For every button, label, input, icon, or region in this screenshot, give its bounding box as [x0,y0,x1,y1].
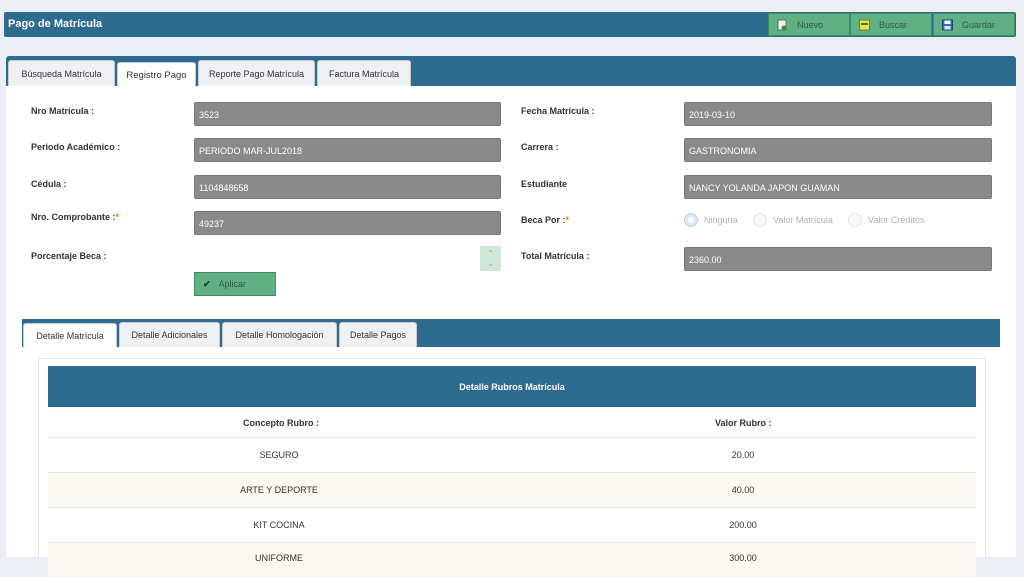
radio-valor-creditos[interactable]: Valor Créditos [848,213,924,227]
tab-reporte-pago-matricula[interactable]: Reporte Pago Matrícula [198,60,315,86]
concepto-cell: SEGURO [259,450,299,460]
table-row: SEGURO 20.00 [48,437,976,472]
tab-registro-pago[interactable]: Registro Pago [117,62,196,87]
nro-matricula-label: Nro Matrícula : [31,106,95,116]
tab-busqueda-matricula[interactable]: Búsqueda Matrícula [8,60,115,86]
carrera-field[interactable]: GASTRONOMIA [684,138,992,162]
table-title: Detalle Rubros Matrícula [48,366,976,407]
carrera-label: Carrera : [521,142,559,152]
total-matricula-label: Total Matrícula : [521,251,590,261]
concepto-cell: ARTE Y DEPORTE [240,485,318,495]
main-panel: Búsqueda Matrícula Registro Pago Reporte… [6,56,1016,577]
table-row: ARTE Y DEPORTE 40.00 [48,472,976,507]
concepto-cell: KIT COCINA [253,520,305,530]
tab-detalle-matricula[interactable]: Detalle Matrícula [23,323,117,348]
column-header-valor: Valor Rubro : [715,418,772,428]
valor-cell: 40.00 [731,485,755,495]
page-title: Pago de Matrícula [8,18,103,30]
radio-ninguna[interactable]: Ninguna [684,213,738,227]
fecha-matricula-label: Fecha Matrícula : [521,106,595,116]
valor-cell: 300.00 [729,553,757,563]
top-toolbar: Pago de Matrícula Nuevo Buscar Guardar [4,12,1016,37]
comprobante-label: Nro. Comprobante :* [31,212,120,222]
comprobante-field[interactable]: 49237 [194,211,501,235]
tab-detalle-pagos[interactable]: Detalle Pagos [339,322,417,347]
column-header-concepto: Concepto Rubro : [243,418,319,428]
number-spinner[interactable]: ⌃ ⌄ [480,246,501,271]
save-icon [942,19,953,31]
cedula-label: Cédula : [31,179,67,189]
chevron-down-icon[interactable]: ⌄ [487,259,494,269]
tab-detalle-adicionales[interactable]: Detalle Adicionales [119,322,220,347]
estudiante-label: Estudiante [521,179,568,189]
concepto-cell: UNIFORME [255,553,303,563]
guardar-label: Guardar [962,19,996,30]
radio-circle-selected [684,213,698,227]
table-row: KIT COCINA 200.00 [48,507,976,542]
porcentaje-beca-input[interactable]: ⌃ ⌄ [194,246,501,271]
detail-tab-bar: Detalle Matrícula Detalle Adicionales De… [22,319,1000,348]
nro-matricula-field[interactable]: 3523 [194,102,501,126]
buscar-label: Buscar [879,19,908,30]
guardar-button[interactable]: Guardar [933,13,1015,36]
check-icon: ✔ [203,278,211,289]
table-row: UNIFORME 300.00 [48,542,976,577]
porcentaje-beca-label: Porcentaje Beca : [31,251,107,261]
nuevo-button[interactable]: Nuevo [768,13,850,36]
cedula-field[interactable]: 1104848658 [194,175,501,199]
required-marker: * [115,212,120,222]
search-icon [859,19,870,31]
periodo-academico-field[interactable]: PERIODO MAR-JUL2018 [194,138,501,162]
tab-detalle-homologacion[interactable]: Detalle Homologación [222,322,337,347]
estudiante-field[interactable]: NANCY YOLANDA JAPON GUAMAN [684,175,992,199]
aplicar-button[interactable]: ✔ Aplicar [194,272,276,296]
buscar-button[interactable]: Buscar [850,13,932,36]
valor-cell: 20.00 [731,450,755,460]
new-document-icon [777,19,788,31]
nuevo-label: Nuevo [797,19,824,30]
radio-valor-matricula[interactable]: Valor Matrícula [753,213,833,227]
chevron-up-icon[interactable]: ⌃ [487,249,494,259]
periodo-academico-label: Periodo Académico : [31,142,121,152]
radio-circle [753,213,767,227]
total-matricula-field[interactable]: 2360.00 [684,247,992,271]
beca-por-label: Beca Por :* [521,215,570,225]
valor-cell: 200.00 [729,520,757,530]
main-tab-bar: Búsqueda Matrícula Registro Pago Reporte… [6,56,1016,87]
radio-circle [848,213,862,227]
detalle-rubros-table: Detalle Rubros Matrícula Concepto Rubro … [38,358,986,577]
fecha-matricula-field[interactable]: 2019-03-10 [684,102,992,126]
required-marker: * [565,215,570,225]
tab-factura-matricula[interactable]: Factura Matrícula [317,60,411,86]
